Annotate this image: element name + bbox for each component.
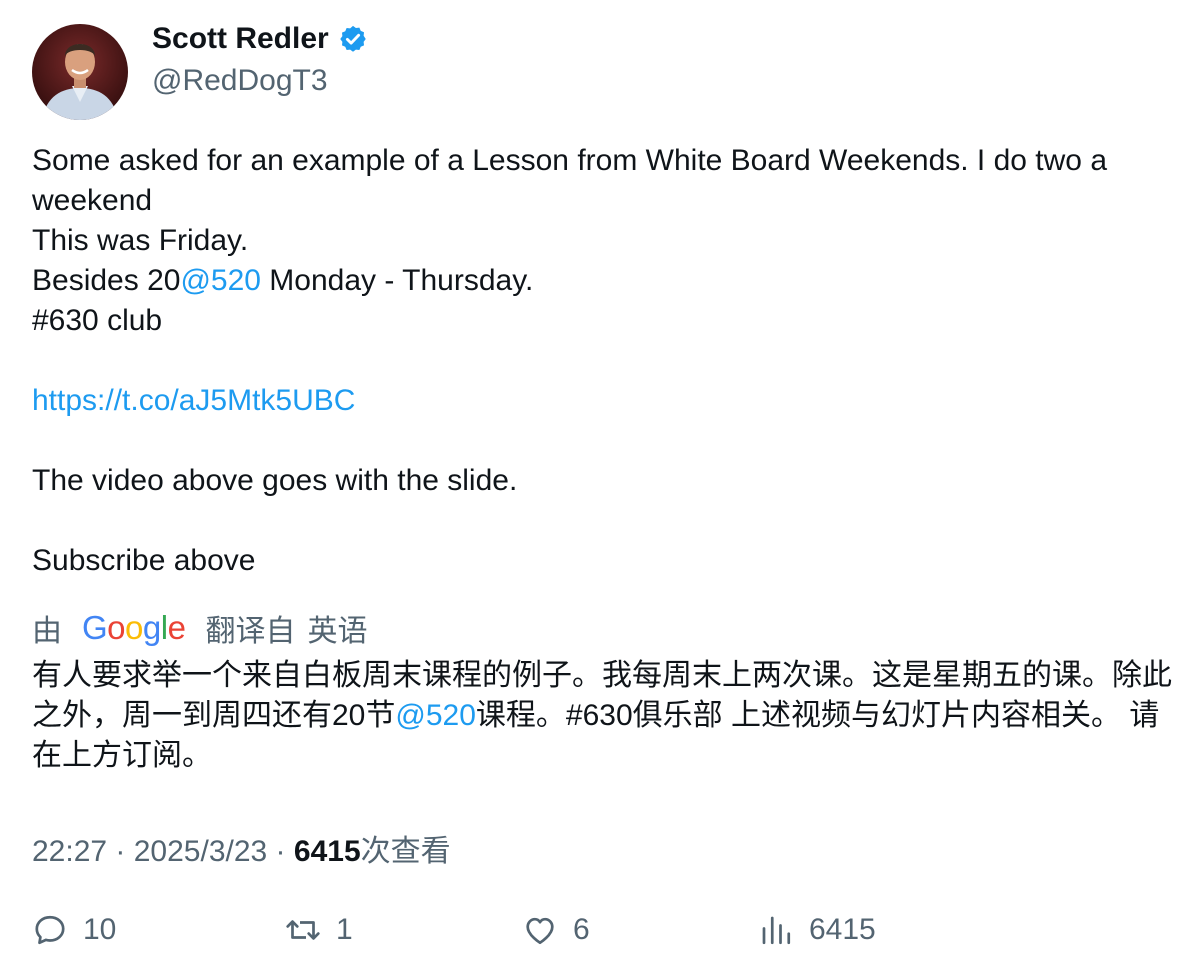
action-bar: 10 1 6 6415 — [0, 908, 1196, 956]
translation-attribution: 由 Google 翻译自 英语 — [32, 606, 367, 650]
views-count: 6415 — [293, 835, 361, 868]
tweet-line: Besides 20@520 Monday - Thursday. — [32, 261, 1172, 301]
translated-by-label: 由 — [32, 615, 62, 648]
reply-button[interactable]: 10 — [32, 912, 116, 948]
tweet-line: This was Friday. — [32, 224, 249, 257]
tweet-line: The video above goes with the slide. — [32, 464, 518, 497]
tweet-line: Some asked for an example of a Lesson fr… — [32, 144, 1108, 217]
meta-separator: · — [107, 835, 134, 868]
like-count: 6 — [573, 913, 590, 946]
verified-badge-icon — [338, 24, 368, 54]
views-button[interactable]: 6415 — [758, 912, 876, 948]
translated-from-label: 翻译自 — [205, 615, 296, 648]
avatar[interactable] — [32, 24, 128, 120]
mention-link[interactable]: @520 — [180, 264, 261, 297]
like-button[interactable]: 6 — [522, 912, 590, 948]
tweet-text: Some asked for an example of a Lesson fr… — [32, 141, 1172, 581]
meta-separator: · — [267, 835, 294, 868]
tweet-date[interactable]: 2025/3/23 — [134, 835, 267, 868]
tweet-meta: 22:27 · 2025/3/23 · 6415次查看 — [32, 826, 451, 870]
translated-mention-link[interactable]: @520 — [395, 699, 476, 732]
retweet-icon — [286, 920, 320, 940]
google-logo: Google — [82, 609, 186, 646]
reply-icon — [35, 915, 65, 945]
author-name-text: Scott Redler — [152, 22, 329, 55]
tweet-line-suffix: Monday - Thursday. — [260, 264, 534, 297]
tweet-line: Subscribe above — [32, 544, 256, 577]
views-label: 次查看 — [360, 835, 451, 868]
url-link[interactable]: https://t.co/aJ5Mtk5UBC — [32, 381, 1172, 421]
retweet-button[interactable]: 1 — [285, 912, 353, 948]
hashtag-link[interactable]: #630 club — [32, 301, 1172, 341]
tweet-time[interactable]: 22:27 — [32, 835, 107, 868]
tweet-line-prefix: Besides 20 — [32, 264, 181, 297]
reply-count: 10 — [83, 913, 117, 946]
views-icon — [762, 916, 791, 945]
source-language: 英语 — [307, 615, 368, 648]
like-icon — [526, 917, 554, 945]
views-action-count: 6415 — [809, 913, 876, 946]
translated-text: 有人要求举一个来自白板周末课程的例子。我每周末上两次课。这是星期五的课。除此之外… — [32, 656, 1172, 776]
retweet-count: 1 — [336, 913, 353, 946]
author-handle[interactable]: @RedDogT3 — [152, 64, 328, 98]
author-name[interactable]: Scott Redler — [152, 22, 368, 56]
